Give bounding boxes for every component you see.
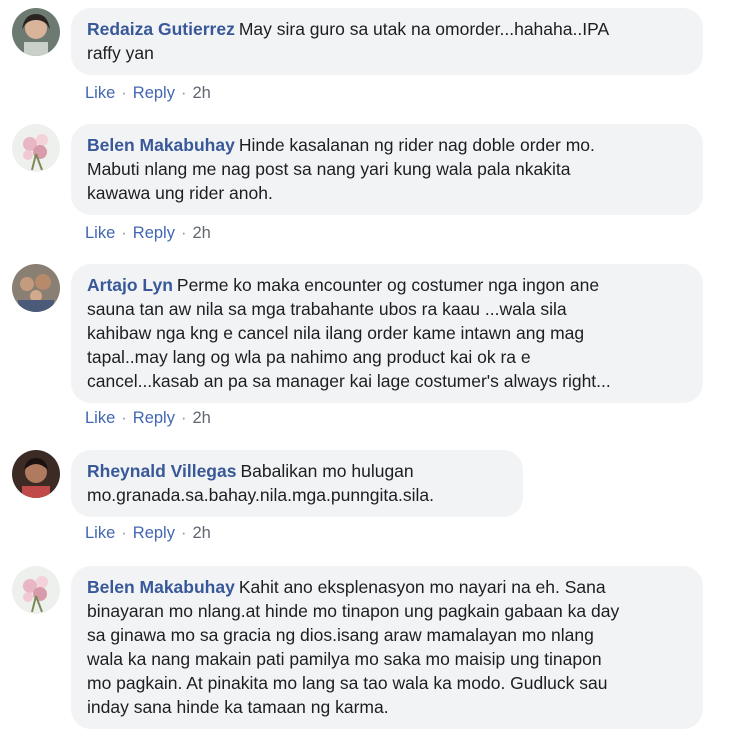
like-button[interactable]: Like	[85, 224, 115, 242]
comment-actions: Like · Reply · 2h	[85, 84, 211, 103]
comment-timestamp[interactable]: 2h	[192, 84, 210, 102]
comment-actions: Like · Reply · 2h	[85, 524, 211, 543]
comment-text: Kahit ano eksplenasyon mo nayari na eh. …	[87, 577, 620, 717]
separator-dot: ·	[121, 524, 127, 542]
comment-actions: Like · Reply · 2h	[85, 409, 211, 428]
comment-author[interactable]: Redaiza Gutierrez	[87, 19, 235, 39]
separator-dot: ·	[121, 409, 127, 427]
separator-dot: ·	[121, 224, 127, 242]
comment-timestamp[interactable]: 2h	[192, 224, 210, 242]
comment-bubble: Belen Makabuhay Kahit ano eksplenasyon mo…	[71, 566, 703, 729]
separator-dot: ·	[180, 224, 187, 242]
comment-bubble: Belen Makabuhay Hinde kasalanan ng rider …	[71, 124, 703, 215]
profile-photo-group-icon	[12, 264, 60, 312]
profile-photo-flowers-icon	[12, 124, 60, 172]
separator-dot: ·	[121, 84, 127, 102]
like-button[interactable]: Like	[85, 84, 115, 102]
comment-author[interactable]: Artajo Lyn	[87, 275, 173, 295]
like-button[interactable]: Like	[85, 409, 115, 427]
comment-timestamp[interactable]: 2h	[192, 524, 210, 542]
comment-timestamp[interactable]: 2h	[192, 409, 210, 427]
avatar[interactable]	[12, 264, 60, 312]
avatar[interactable]	[12, 450, 60, 498]
comment-author[interactable]: Belen Makabuhay	[87, 577, 235, 597]
separator-dot: ·	[180, 409, 187, 427]
comment-actions: Like · Reply · 2h	[85, 224, 211, 243]
like-button[interactable]: Like	[85, 524, 115, 542]
profile-photo-man-icon	[12, 450, 60, 498]
reply-button[interactable]: Reply	[133, 224, 175, 242]
reply-button[interactable]: Reply	[133, 84, 175, 102]
avatar[interactable]	[12, 124, 60, 172]
separator-dot: ·	[180, 84, 187, 102]
profile-photo-woman-icon	[12, 8, 60, 56]
comment-bubble: Rheynald Villegas Babalikan mo hulugan mo…	[71, 450, 523, 517]
comment-author[interactable]: Belen Makabuhay	[87, 135, 235, 155]
avatar[interactable]	[12, 8, 60, 56]
reply-button[interactable]: Reply	[133, 409, 175, 427]
reply-button[interactable]: Reply	[133, 524, 175, 542]
comment-bubble: Artajo Lyn Perme ko maka encounter og cos…	[71, 264, 703, 403]
profile-photo-flowers-icon	[12, 566, 60, 614]
separator-dot: ·	[180, 524, 187, 542]
comment-author[interactable]: Rheynald Villegas	[87, 461, 236, 481]
comment-bubble: Redaiza Gutierrez May sira guro sa utak n…	[71, 8, 703, 75]
avatar[interactable]	[12, 566, 60, 614]
